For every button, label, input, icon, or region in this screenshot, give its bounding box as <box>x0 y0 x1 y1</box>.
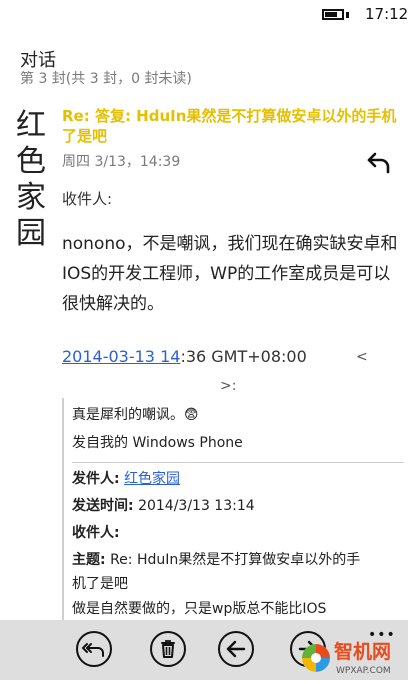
message-subject: Re: 答复: HduIn果然是不打算做安卓以外的手机了是吧 <box>62 107 397 145</box>
message-date: 周四 3/13，14:39 <box>62 154 181 170</box>
quote-subject-cont: 机了是吧 <box>72 576 128 592</box>
quote-sent-label: 发送时间: <box>72 498 134 514</box>
message-body: nonono，不是嘲讽，我们现在确实缺安卓和IOS的开发工程师，WP的工作室成员… <box>62 234 398 314</box>
sender-name[interactable]: 红色家园 <box>16 108 56 252</box>
battery-icon <box>322 9 344 20</box>
quote-tail: 做是自然要做的，只是wp版总不能比IOS <box>72 601 327 617</box>
quote-block: 真是犀利的嘲讽。😨 发自我的 Windows Phone 发件人: 红色家园 发… <box>62 398 404 620</box>
quote-subject-value-1: Re: HduIn果然是不打算做安卓以外的手 <box>110 552 361 568</box>
quote-sent: 发送时间: 2014/3/13 13:14 <box>72 495 255 515</box>
reply-icon[interactable] <box>366 150 392 176</box>
quote-date-rest: :36 GMT+08:00 <box>180 347 307 366</box>
svg-text:WPXAP.COM: WPXAP.COM <box>336 666 391 676</box>
conversation-subtitle: 第 3 封(共 3 封，0 封未读) <box>20 71 192 87</box>
quote-separator <box>72 462 404 463</box>
recipient-label: 收件人: <box>62 190 113 208</box>
quote-date-link[interactable]: 2014-03-13 14 <box>62 347 180 366</box>
quote-line-2: 发自我的 Windows Phone <box>72 435 243 451</box>
quote-to-label: 收件人: <box>72 525 120 541</box>
quote-subject: 主题: Re: HduIn果然是不打算做安卓以外的手 <box>72 549 360 569</box>
quote-lt: < <box>356 349 368 365</box>
delete-icon[interactable] <box>150 631 186 667</box>
quote-from: 发件人: 红色家园 <box>72 468 180 488</box>
battery-tip <box>346 12 349 18</box>
quote-gt: >: <box>220 378 237 394</box>
quote-to: 收件人: <box>72 522 120 542</box>
clock: 17:12 <box>365 5 408 23</box>
quote-line-1: 真是犀利的嘲讽。😨 <box>72 407 199 423</box>
quote-date-line: 2014-03-13 14:36 GMT+08:00 <box>62 347 307 366</box>
back-icon[interactable] <box>218 631 254 667</box>
svg-text:智机网: 智机网 <box>334 640 391 663</box>
quote-from-label: 发件人: <box>72 471 120 487</box>
quote-sent-value: 2014/3/13 13:14 <box>138 498 255 514</box>
quote-from-link[interactable]: 红色家园 <box>124 471 180 487</box>
quote-subject-label: 主题: <box>72 552 106 568</box>
reply-all-icon[interactable] <box>76 631 112 667</box>
wpxap-logo: 智机网 WPXAP.COM <box>300 636 404 680</box>
